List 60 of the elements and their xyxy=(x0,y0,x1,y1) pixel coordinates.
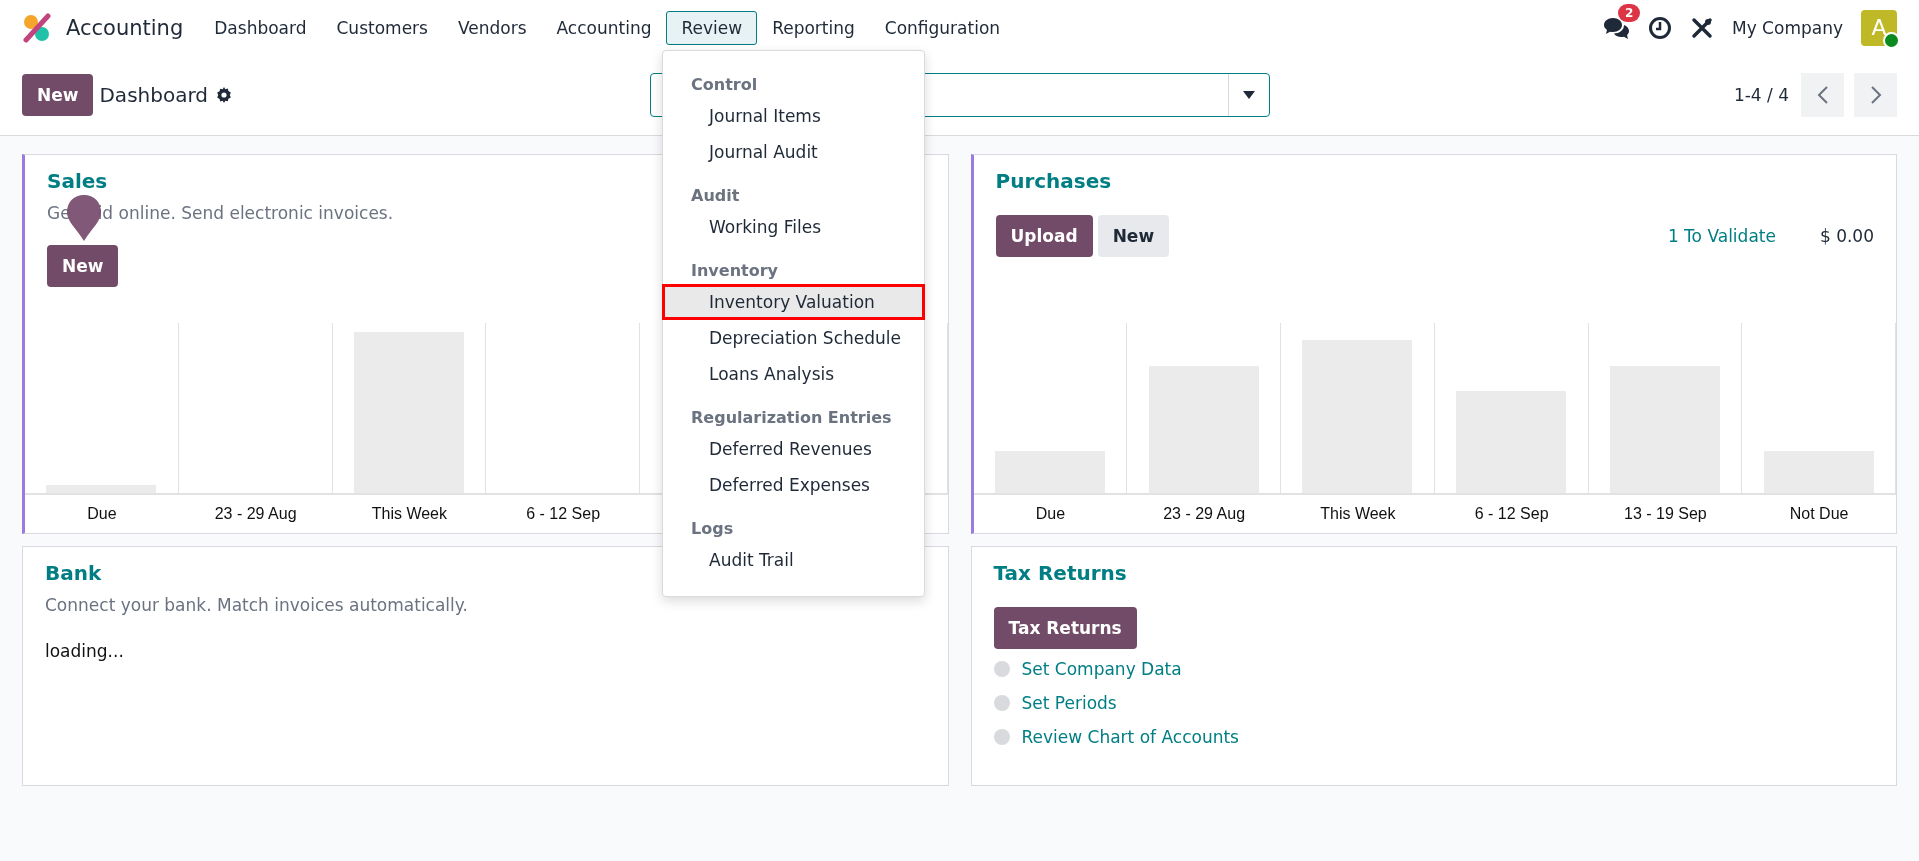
dropdown-item[interactable]: Depreciation Schedule xyxy=(662,320,925,356)
axis-label: This Week xyxy=(1319,504,1397,524)
step-link[interactable]: Set Periods xyxy=(1021,693,1117,713)
next-button[interactable] xyxy=(1854,73,1897,117)
card-title[interactable]: Tax Returns xyxy=(993,561,1874,585)
notification-badge: 2 xyxy=(1618,3,1641,22)
clock-icon[interactable] xyxy=(1648,15,1672,40)
action-button[interactable]: New xyxy=(1097,215,1170,257)
page-title: Dashboard xyxy=(99,83,208,107)
menu-item[interactable]: Reporting xyxy=(757,10,870,45)
dropdown-item[interactable]: Deferred Expenses xyxy=(662,467,925,503)
axis-label: 13 - 19 Sep xyxy=(1623,504,1708,524)
menu-item[interactable]: Accounting xyxy=(541,10,667,45)
menu-item[interactable]: Dashboard xyxy=(199,10,322,45)
app-name: Accounting xyxy=(66,15,184,40)
axis-label: This Week xyxy=(370,504,448,524)
step-link[interactable]: Review Chart of Accounts xyxy=(1021,727,1239,747)
previous-button[interactable] xyxy=(1801,73,1844,117)
axis-label: Not Due xyxy=(1788,504,1850,524)
axis-label: 23 - 29 Aug xyxy=(213,504,298,524)
dropdown-item[interactable]: Deferred Revenues xyxy=(662,431,925,467)
menu-section-header: Control xyxy=(690,74,759,96)
dropdown-item[interactable]: Loans Analysis xyxy=(662,356,925,392)
dropdown-item[interactable]: Working Files xyxy=(662,209,925,245)
axis-label: 6 - 12 Sep xyxy=(1473,504,1550,524)
validate-link[interactable]: 1 To Validate xyxy=(1667,226,1776,246)
menu-item[interactable]: Vendors xyxy=(442,10,542,45)
step-link[interactable]: Set Company Data xyxy=(1021,659,1182,679)
company-name[interactable]: My Company xyxy=(1732,17,1843,38)
axis-label: Due xyxy=(86,504,118,524)
menu-section-header: Audit xyxy=(690,185,741,207)
menu-section-header: Inventory xyxy=(690,260,779,282)
app-logo-icon[interactable] xyxy=(22,12,52,43)
new-button[interactable]: New xyxy=(22,74,94,116)
tools-icon[interactable] xyxy=(1690,15,1714,40)
settings-icon[interactable] xyxy=(216,87,232,103)
card-description: Connect your bank. Match invoices automatically. xyxy=(45,595,469,615)
menu-item[interactable]: Customers xyxy=(321,10,443,45)
menu-section-header: Regularization Entries xyxy=(690,407,893,429)
menu-item[interactable]: Configuration xyxy=(869,10,1016,45)
axis-label: Due xyxy=(1034,504,1067,524)
amount-value: $ 0.00 xyxy=(1819,226,1874,246)
dropdown-item[interactable]: Audit Trail xyxy=(662,542,925,578)
card-title[interactable]: Purchases xyxy=(995,169,1874,193)
chevron-left-icon xyxy=(1815,85,1830,105)
caret-icon xyxy=(1242,91,1255,99)
menu-section-header: Logs xyxy=(690,518,735,540)
dropdown-item[interactable]: Inventory Valuation xyxy=(662,284,925,320)
chevron-right-icon xyxy=(1868,85,1883,105)
dropdown-item[interactable]: Journal Items xyxy=(662,98,925,134)
action-button[interactable]: Tax Returns xyxy=(993,607,1137,649)
axis-label: 23 - 29 Aug xyxy=(1162,504,1247,524)
pager-value: 1-4 / 4 xyxy=(1733,85,1789,105)
menu-item[interactable]: Review xyxy=(666,10,758,45)
action-button[interactable]: Upload xyxy=(995,215,1093,257)
action-button[interactable]: New xyxy=(47,245,119,287)
loading-text: loading... xyxy=(44,640,125,663)
dropdown-item[interactable]: Journal Audit xyxy=(662,134,925,170)
chat-bubbles-icon[interactable] xyxy=(1602,15,1630,40)
axis-label: 6 - 12 Sep xyxy=(525,504,602,524)
